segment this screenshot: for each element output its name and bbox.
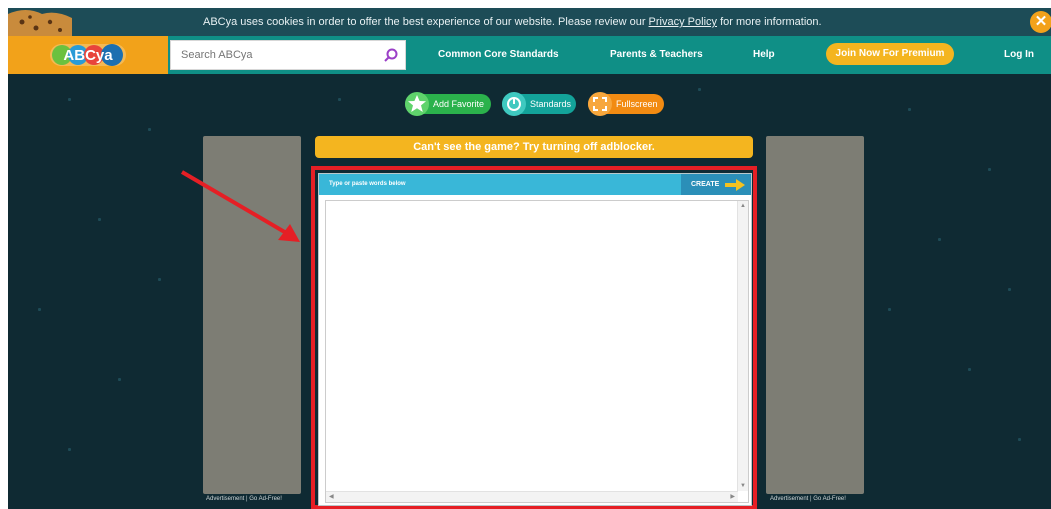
cookie-banner: ABCya uses cookies in order to offer the… — [8, 8, 1051, 36]
star-icon — [405, 92, 429, 116]
close-icon[interactable]: ✕ — [1030, 11, 1051, 33]
horizontal-scrollbar[interactable]: ◀ ▶ — [326, 491, 738, 502]
words-textarea[interactable]: ▲ ▼ ◀ ▶ — [325, 200, 749, 503]
nav-parents-teachers[interactable]: Parents & Teachers — [610, 49, 703, 60]
search-input[interactable] — [179, 48, 373, 62]
cookie-illustration-icon — [8, 10, 72, 36]
left-ad-label[interactable]: Advertisement | Go Ad-Free! — [206, 496, 316, 502]
adblock-notice: Can't see the game? Try turning off adbl… — [315, 136, 753, 158]
privacy-policy-link[interactable]: Privacy Policy — [649, 16, 717, 28]
fullscreen-label: Fullscreen — [616, 99, 658, 109]
annotation-arrow-icon — [180, 170, 300, 242]
standards-button[interactable]: Standards — [502, 92, 576, 116]
standards-label: Standards — [530, 99, 572, 109]
fullscreen-icon — [588, 92, 612, 116]
game-instructions: Type or paste words below — [329, 181, 406, 187]
fullscreen-button[interactable]: Fullscreen — [588, 92, 664, 116]
add-favorite-label: Add Favorite — [433, 99, 485, 109]
cookie-message: ABCya uses cookies in order to offer the… — [203, 16, 822, 28]
right-ad-label[interactable]: Advertisement | Go Ad-Free! — [770, 496, 880, 502]
game-frame: Type or paste words below CREATE ▲ ▼ ◀ ▶ — [318, 173, 752, 506]
scroll-right-icon[interactable]: ▶ — [730, 493, 735, 500]
nav-common-core-standards[interactable]: Common Core Standards — [438, 49, 559, 60]
game-toolbar: Type or paste words below CREATE — [319, 174, 751, 195]
create-button[interactable]: CREATE — [681, 174, 751, 195]
right-advertisement[interactable] — [766, 136, 864, 494]
cookie-text-after: for more information. — [717, 16, 822, 28]
vertical-scrollbar[interactable]: ▲ ▼ — [737, 201, 748, 491]
join-premium-button[interactable]: Join Now For Premium — [826, 43, 954, 65]
abcya-logo[interactable]: ABCya — [50, 42, 126, 68]
standards-icon — [502, 92, 526, 116]
search-icon[interactable] — [383, 47, 399, 63]
nav-help[interactable]: Help — [753, 49, 775, 60]
login-link[interactable]: Log In — [1004, 49, 1034, 60]
scroll-up-icon[interactable]: ▲ — [740, 203, 746, 209]
search-box — [170, 40, 406, 70]
logo-text: ABCya — [63, 47, 113, 64]
site-header: ABCya Common Core Standards Parents & Te… — [8, 36, 1051, 74]
logo-area: ABCya — [8, 36, 168, 74]
add-favorite-button[interactable]: Add Favorite — [405, 92, 491, 116]
cookie-text-before: ABCya uses cookies in order to offer the… — [203, 16, 649, 28]
create-label: CREATE — [691, 181, 720, 188]
page: ABCya uses cookies in order to offer the… — [8, 8, 1051, 509]
scroll-down-icon[interactable]: ▼ — [740, 483, 746, 489]
arrow-right-icon — [725, 179, 745, 191]
scroll-left-icon[interactable]: ◀ — [329, 493, 334, 500]
